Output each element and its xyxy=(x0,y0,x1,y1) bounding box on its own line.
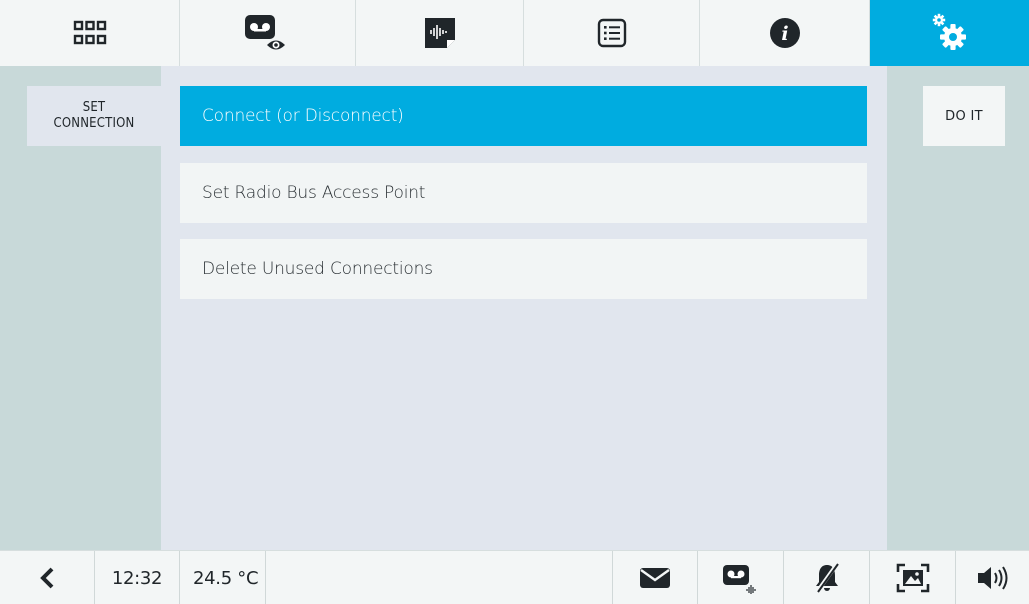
photo-frame-button[interactable] xyxy=(870,551,956,604)
section-title: SET CONNECTION xyxy=(27,86,161,146)
voicemail-button[interactable] xyxy=(698,551,784,604)
tab-video-messages[interactable] xyxy=(180,0,356,66)
messages-button[interactable] xyxy=(612,551,698,604)
menu-item-label: Delete Unused Connections xyxy=(202,259,433,279)
tab-apps[interactable] xyxy=(0,0,180,66)
svg-text:i: i xyxy=(781,23,788,45)
list-icon xyxy=(597,18,626,48)
top-nav-bar: i xyxy=(0,0,1029,66)
ringer-muted-icon xyxy=(814,562,839,594)
info-icon: i xyxy=(769,18,800,48)
tab-audio-memos[interactable] xyxy=(356,0,524,66)
do-it-button[interactable]: DO IT xyxy=(923,86,1005,146)
back-button[interactable] xyxy=(0,551,95,604)
tab-settings[interactable] xyxy=(870,0,1029,66)
menu-item-label: Connect (or Disconnect) xyxy=(202,106,404,126)
picture-frame-icon xyxy=(896,563,929,593)
envelope-icon xyxy=(640,568,670,588)
apps-grid-icon xyxy=(73,20,106,45)
menu-item-radio-bus-access-point[interactable]: Set Radio Bus Access Point xyxy=(180,163,867,223)
voicemail-audio-icon xyxy=(722,565,756,594)
menu-item-connect[interactable]: Connect (or Disconnect) xyxy=(180,86,867,146)
video-message-view-icon xyxy=(244,15,285,50)
ringer-mute-button[interactable] xyxy=(784,551,870,604)
audio-memo-icon xyxy=(424,18,455,48)
tab-info[interactable]: i xyxy=(700,0,870,66)
status-bar: 12:32 24.5 °C xyxy=(0,550,1029,604)
back-chevron-icon xyxy=(40,567,54,589)
menu-item-label: Set Radio Bus Access Point xyxy=(202,183,426,203)
speaker-volume-icon xyxy=(977,566,1007,590)
temperature: 24.5 °C xyxy=(180,551,266,604)
settings-gears-icon xyxy=(932,13,966,50)
volume-button[interactable] xyxy=(956,551,1029,604)
menu-item-delete-unused[interactable]: Delete Unused Connections xyxy=(180,239,867,299)
clock: 12:32 xyxy=(95,551,180,604)
tab-list[interactable] xyxy=(524,0,700,66)
